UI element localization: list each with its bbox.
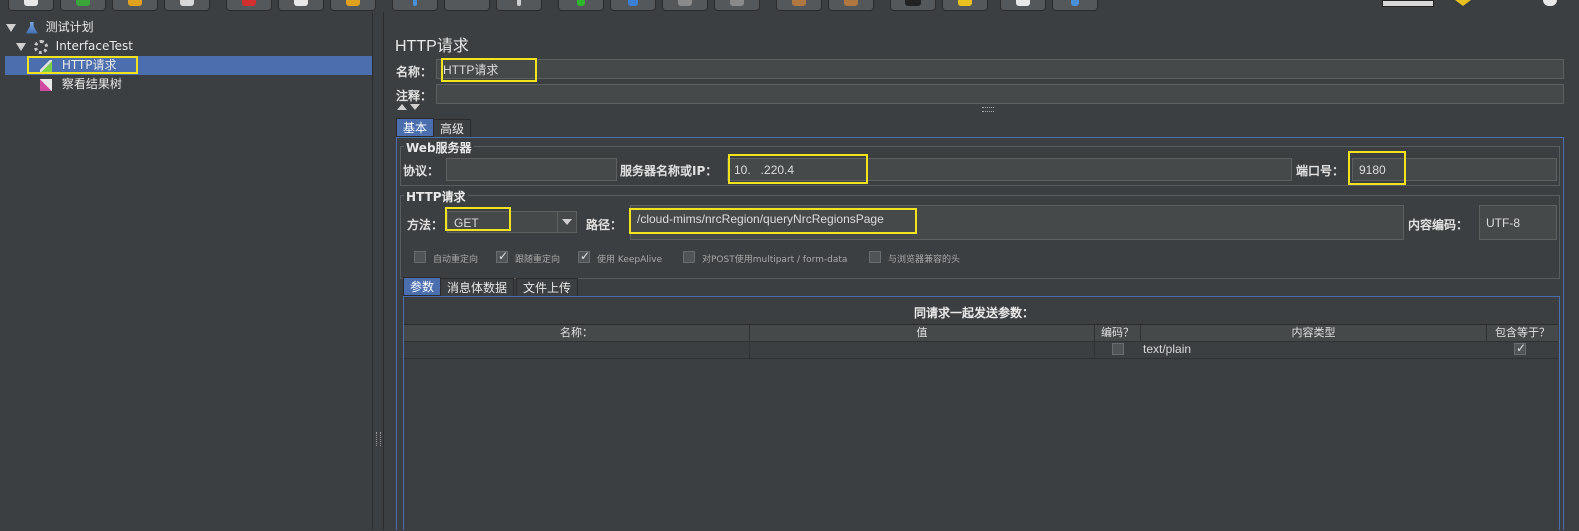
remote-status-icon: [1543, 0, 1557, 6]
column-header-content-type[interactable]: 内容类型: [1141, 325, 1487, 341]
name-input[interactable]: HTTP请求: [436, 59, 1564, 79]
clear-button[interactable]: [776, 0, 822, 11]
tree-item-label: 察看结果树: [61, 77, 122, 91]
keepalive-checkbox[interactable]: ✓: [578, 249, 591, 263]
server-label: 服务器名称或IP：: [620, 164, 718, 178]
check-icon: ✓: [580, 249, 591, 263]
listener-chart-icon: [40, 78, 52, 91]
panel-title: HTTP请求: [395, 38, 469, 55]
params-caption: 同请求一起发送参数：: [914, 306, 1035, 320]
tree-item-view-results-tree[interactable]: 察看结果树: [40, 75, 122, 93]
splitter-grip-icon[interactable]: [376, 432, 381, 446]
toolbar: [0, 0, 1579, 12]
follow-redirect-label: 跟随重定向: [515, 255, 561, 265]
warning-icon[interactable]: [1455, 0, 1471, 6]
port-label: 端口号：: [1296, 164, 1345, 178]
collapse-down-icon[interactable]: [410, 104, 420, 110]
encoding-label: 内容编码：: [1408, 218, 1469, 232]
encode-checkbox[interactable]: [1112, 343, 1124, 355]
start-no-pause-button[interactable]: [610, 0, 656, 11]
cell-content-type[interactable]: text/plain: [1141, 341, 1191, 358]
highlight-box: [441, 58, 537, 82]
include-equals-checkbox[interactable]: ✓: [1514, 341, 1527, 355]
table-header: 名称： 值 编码？ 内容类型 包含等于？: [404, 325, 1558, 342]
auto-redirect-label: 自动重定向: [433, 255, 479, 265]
dropdown-arrow-icon[interactable]: [557, 212, 576, 232]
column-header-name[interactable]: 名称：: [404, 325, 750, 341]
collapse-up-icon[interactable]: [397, 104, 407, 110]
highlight-box: [629, 208, 917, 234]
test-plan-tree: 测试计划 InterfaceTest HTTP请求 察看结果树: [0, 12, 373, 530]
tab-body-data[interactable]: 消息体数据: [440, 278, 515, 297]
pane-splitter[interactable]: [373, 12, 384, 530]
copy-button[interactable]: [278, 0, 324, 11]
cell-name[interactable]: [404, 341, 750, 358]
keepalive-label: 使用 KeepAlive: [597, 255, 663, 265]
follow-redirect-checkbox[interactable]: ✓: [496, 249, 509, 263]
browser-headers-checkbox[interactable]: [869, 251, 881, 263]
reset-search-button[interactable]: [942, 0, 988, 11]
auto-redirect-checkbox[interactable]: [414, 251, 426, 263]
divider-grip-icon[interactable]: [982, 107, 994, 112]
multipart-checkbox[interactable]: [683, 251, 695, 263]
expand-arrow-icon[interactable]: [6, 23, 16, 32]
toggle-button[interactable]: [496, 0, 542, 11]
shutdown-button[interactable]: [714, 0, 760, 11]
table-row[interactable]: text/plain ✓: [404, 341, 1558, 359]
tab-files-upload[interactable]: 文件上传: [516, 278, 579, 297]
expand-button[interactable]: [392, 0, 438, 11]
column-header-encode[interactable]: 编码？: [1095, 325, 1141, 341]
encoding-value: UTF-8: [1486, 216, 1520, 230]
multipart-label: 对POST使用multipart / form-data: [702, 255, 848, 265]
protocol-label: 协议：: [403, 164, 440, 178]
tree-item-label: InterfaceTest: [55, 39, 134, 53]
highlight-box: [1348, 151, 1406, 185]
paste-button[interactable]: [330, 0, 376, 11]
column-header-value[interactable]: 值: [750, 325, 1095, 341]
collapse-button[interactable]: [444, 0, 490, 11]
check-icon: ✓: [1516, 341, 1527, 355]
check-icon: ✓: [498, 249, 509, 263]
comment-label: 注释：: [396, 89, 433, 103]
column-header-include-equals[interactable]: 包含等于？: [1487, 325, 1558, 341]
tree-item-test-plan[interactable]: 测试计划: [6, 18, 94, 36]
highlight-box: [728, 154, 868, 184]
timer-display: [1382, 0, 1434, 7]
stop-button[interactable]: [662, 0, 708, 11]
encoding-input[interactable]: UTF-8: [1479, 205, 1557, 240]
tab-basic[interactable]: 基本: [396, 118, 435, 137]
http-request-title: HTTP请求: [404, 188, 468, 205]
http-request-panel: HTTP请求 名称： HTTP请求 注释： 基本 高级 Web服务器 协议： 服…: [384, 12, 1579, 531]
web-server-title: Web服务器: [404, 139, 474, 156]
comment-input[interactable]: [436, 84, 1564, 104]
flask-icon: [25, 21, 38, 34]
help-button[interactable]: [1052, 0, 1098, 11]
protocol-input[interactable]: [446, 158, 617, 181]
tab-advanced[interactable]: 高级: [433, 119, 472, 138]
path-label: 路径：: [586, 218, 623, 232]
cell-value[interactable]: [750, 341, 1095, 358]
tree-item-label: 测试计划: [45, 20, 94, 34]
tab-parameters[interactable]: 参数: [403, 277, 442, 296]
function-helper-button[interactable]: [1000, 0, 1046, 11]
method-label: 方法：: [407, 218, 444, 232]
search-button[interactable]: [890, 0, 936, 11]
tree-item-interfacetest[interactable]: InterfaceTest: [16, 37, 133, 55]
new-button[interactable]: [8, 0, 54, 11]
name-label: 名称：: [396, 65, 433, 79]
start-button[interactable]: [558, 0, 604, 11]
cut-button[interactable]: [226, 0, 272, 11]
clear-all-button[interactable]: [828, 0, 874, 11]
expand-arrow-icon[interactable]: [16, 42, 26, 51]
templates-button[interactable]: [60, 0, 106, 11]
gear-icon: [33, 39, 48, 54]
highlight-box: [27, 56, 138, 74]
highlight-box: [445, 207, 511, 231]
browser-headers-label: 与浏览器兼容的头: [888, 255, 961, 265]
save-button[interactable]: [164, 0, 210, 11]
open-button[interactable]: [112, 0, 158, 11]
params-table: 名称： 值 编码？ 内容类型 包含等于？ text/plain ✓: [404, 324, 1558, 531]
